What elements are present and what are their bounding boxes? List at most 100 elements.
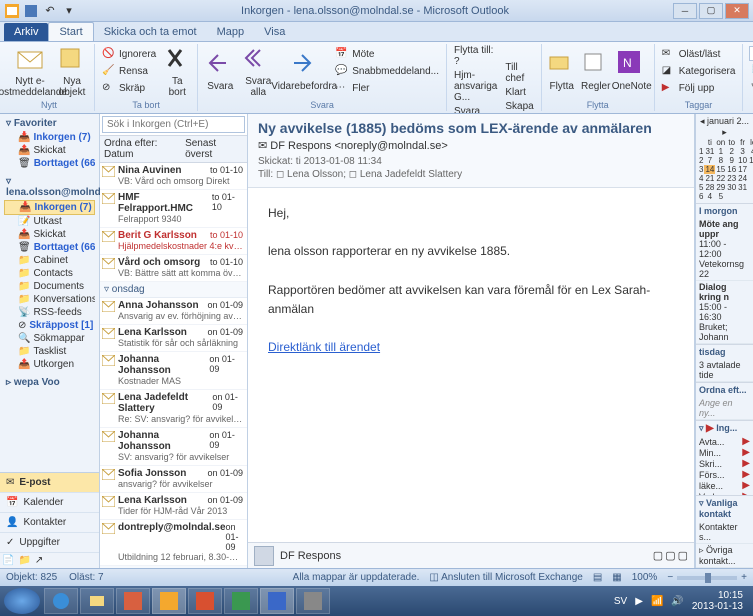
zoom-in-button[interactable]: +	[741, 572, 747, 583]
nav-fav-inbox[interactable]: 📥 Inkorgen (7)	[4, 131, 95, 144]
zoom-out-button[interactable]: −	[667, 572, 673, 583]
more-button[interactable]: ⋯Fler	[333, 81, 441, 97]
nav-drafts[interactable]: 📝 Utkast	[4, 215, 95, 228]
im-button[interactable]: 💬Snabbmeddeland...	[333, 64, 441, 80]
tb-explorer-icon[interactable]	[80, 588, 114, 614]
followup-button[interactable]: ▶Följ upp	[660, 81, 738, 97]
tab-start[interactable]: Start	[48, 22, 93, 41]
qs-done[interactable]: Klart	[503, 86, 535, 99]
onenote-button[interactable]: NOneNote	[615, 51, 649, 92]
filter-email-button[interactable]: ▽Filtrera e-post	[749, 81, 753, 97]
nav-account-header[interactable]: ▿ lena.olsson@molndal.se	[4, 174, 95, 200]
nav-deleted[interactable]: 🗑 Borttaget (66)	[4, 241, 95, 254]
nav-outbox[interactable]: 📤 Utkorgen	[4, 358, 95, 371]
todo-arrange[interactable]: Ordna eft...	[696, 382, 753, 397]
qs-tochef[interactable]: Till chef	[503, 61, 535, 85]
nav-contacts[interactable]: 📁 Contacts	[4, 267, 95, 280]
message-row[interactable]: HMF Felrapport.HMCto 01-10 Felrapport 93…	[100, 190, 247, 228]
people-close-icon[interactable]: ▢	[678, 549, 688, 562]
tb-ie-icon[interactable]	[44, 588, 78, 614]
message-row[interactable]: Sofia Jonssonon 01-09 ansvarig? för avvi…	[100, 466, 247, 493]
unread-button[interactable]: ✉Oläst/läst	[660, 47, 738, 63]
qs-hjm[interactable]: Hjm-ansvariga G...	[452, 69, 499, 104]
cal-mini-grid[interactable]: tiontofrlösö 13112345 2789101112 3141516…	[698, 138, 753, 201]
reply-button[interactable]: Svara	[203, 51, 237, 92]
navstrip-shortcuts-icon[interactable]: ↗	[35, 555, 43, 566]
new-email-button[interactable]: Nytt e-postmeddelande	[9, 46, 51, 98]
msg-group-tuesday[interactable]: ▿ tisdag	[100, 566, 247, 568]
message-row[interactable]: Johanna Johanssonon 01-09 Kostnader MAS	[100, 352, 247, 390]
move-button[interactable]: Flytta	[547, 51, 577, 92]
navstrip-folders-icon[interactable]: 📁	[18, 555, 30, 566]
meeting-button[interactable]: 📅Möte	[333, 47, 441, 63]
ignore-button[interactable]: 🚫Ignorera	[100, 47, 158, 63]
todo-task-item[interactable]: Min...▶	[696, 447, 753, 458]
tray-clock[interactable]: 10:15 2013-01-13	[692, 590, 743, 612]
search-inbox-input[interactable]	[102, 116, 245, 133]
todo-task-item[interactable]: läke...▶	[696, 480, 753, 491]
nav-rss[interactable]: 📡 RSS-feeds	[4, 306, 95, 319]
tb-excel-icon[interactable]	[224, 588, 258, 614]
addressbook-button[interactable]: 📒Adressbok	[749, 63, 753, 79]
tab-sendreceive[interactable]: Skicka och ta emot	[94, 23, 207, 41]
message-row[interactable]: Lena Karlssonon 01-09 Tider för HJM-råd …	[100, 493, 247, 520]
people-expand-icon[interactable]: ▢	[665, 549, 675, 562]
nav-conversations[interactable]: 📁 Konversationshistorik	[4, 293, 95, 306]
qat-undo-icon[interactable]: ↶	[42, 3, 58, 19]
junk-button[interactable]: ⊘Skräp	[100, 81, 158, 97]
tray-flag-icon[interactable]: ▶	[635, 596, 643, 607]
message-row[interactable]: Johanna Johanssonon 01-09 SV: ansvarig? …	[100, 428, 247, 466]
zoom-slider[interactable]	[677, 576, 737, 580]
tb-app1-icon[interactable]	[116, 588, 150, 614]
sort-by[interactable]: Ordna efter: Datum	[104, 138, 185, 160]
tb-word-icon[interactable]	[260, 588, 294, 614]
tray-network-icon[interactable]: 📶	[651, 596, 663, 607]
close-button[interactable]: ✕	[725, 3, 749, 19]
navbutton-calendar[interactable]: 📅 Kalender	[0, 493, 99, 513]
nav-junk[interactable]: ⊘ Skräppost [1]	[4, 319, 95, 332]
nav-favorites-header[interactable]: ▿ Favoriter	[4, 116, 95, 131]
todo-cat-hdr[interactable]: ▿ ▶ Ing...	[696, 420, 753, 436]
navbutton-mail[interactable]: ✉ E-post	[0, 473, 99, 493]
nav-cabinet[interactable]: 📁 Cabinet	[4, 254, 95, 267]
todo-appt-2[interactable]: Dialog kring n15:00 - 16:30Bruket; Johan…	[696, 281, 753, 344]
message-row[interactable]: Lena Karlssonon 01-09 Statistik för sår …	[100, 325, 247, 352]
new-items-button[interactable]: Nya objekt	[55, 46, 89, 98]
delete-button[interactable]: Ta bort	[162, 46, 192, 98]
nav-sent[interactable]: 📤 Skickat	[4, 228, 95, 241]
forward-button[interactable]: Vidarebefordra	[279, 51, 329, 92]
cal-month[interactable]: ◂ januari 2... ▸	[698, 116, 751, 138]
nav-fav-sent[interactable]: 📤 Skickat	[4, 144, 95, 157]
view-normal-icon[interactable]: ▤	[593, 572, 602, 583]
message-row[interactable]: Vård och omsorgto 01-10 VB: Bättre sätt …	[100, 255, 247, 282]
tray-volume-icon[interactable]: 🔊	[671, 596, 683, 607]
rules-button[interactable]: Regler	[581, 51, 611, 92]
reply-all-button[interactable]: Svara alla	[241, 46, 275, 98]
qs-moveto[interactable]: Flytta till: ?	[452, 44, 499, 68]
navbutton-contacts[interactable]: 👤 Kontakter	[0, 513, 99, 533]
categorize-button[interactable]: ◪Kategorisera	[660, 64, 738, 80]
qat-dropdown-icon[interactable]: ▾	[61, 3, 77, 19]
tb-app2-icon[interactable]	[296, 588, 330, 614]
todo-task-item[interactable]: Förs...▶	[696, 469, 753, 480]
start-button[interactable]	[4, 588, 40, 614]
todo-task-item[interactable]: Skri...▶	[696, 458, 753, 469]
nav-documents[interactable]: 📁 Documents	[4, 280, 95, 293]
tb-powerpoint-icon[interactable]	[188, 588, 222, 614]
tab-file[interactable]: Arkiv	[4, 23, 48, 41]
msg-group-today[interactable]: ▿ onsdag	[100, 282, 247, 298]
nav-inbox[interactable]: 📥 Inkorgen (7)	[4, 200, 95, 215]
qs-new[interactable]: Skapa nytt	[503, 100, 535, 115]
tb-outlook-icon[interactable]	[152, 588, 186, 614]
message-row[interactable]: Lena Jadefeldt Slatteryon 01-09 Re: SV: …	[100, 390, 247, 428]
tab-folder[interactable]: Mapp	[207, 23, 255, 41]
todo-task-item[interactable]: Avta...▶	[696, 436, 753, 447]
todo-new-task[interactable]: Ange en ny...	[696, 397, 753, 420]
sort-newest[interactable]: Senast överst	[185, 138, 243, 160]
todo-other[interactable]: ▹ Övriga kontakt...	[696, 544, 753, 568]
todo-freq-hdr[interactable]: ▿ Vanliga kontakt	[696, 495, 753, 521]
nav-fav-deleted[interactable]: 🗑 Borttaget (66)	[4, 157, 95, 170]
message-row[interactable]: Berit G Karlssonto 01-10 Hjälpmedelskost…	[100, 228, 247, 255]
people-toggle-icon[interactable]: ▢	[653, 549, 663, 562]
find-contact-input[interactable]	[749, 46, 753, 61]
